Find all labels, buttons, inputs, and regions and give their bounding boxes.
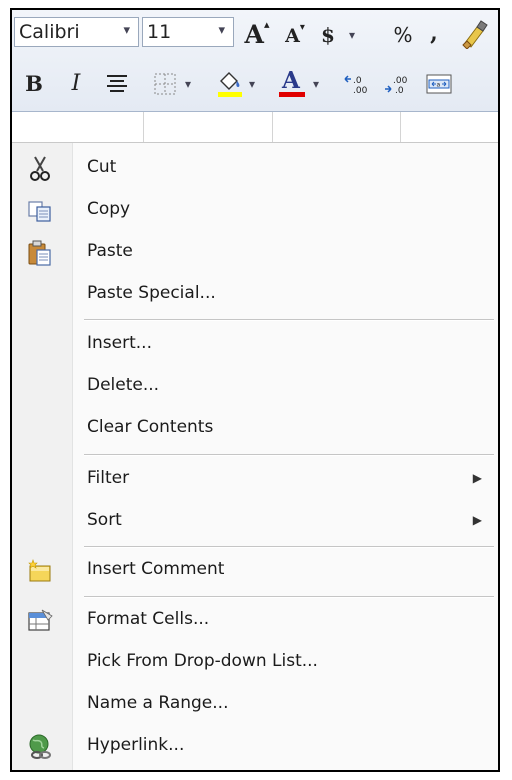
percent-button[interactable]: % — [390, 20, 416, 50]
menu-item-sort[interactable]: Sort ▶ — [12, 502, 498, 542]
borders-icon — [154, 73, 176, 95]
insert-comment-icon — [28, 559, 51, 582]
menu-item-label: Pick From Drop-down List... — [87, 651, 318, 671]
menu-item-insert[interactable]: Insert... — [12, 325, 498, 365]
merge-center-icon: a — [426, 74, 452, 94]
italic-button[interactable]: I — [64, 68, 88, 98]
grow-font-label: A — [244, 19, 264, 49]
bold-label: B — [25, 70, 43, 96]
menu-item-label: Copy — [87, 199, 131, 219]
menu-item-label: Paste — [87, 241, 133, 261]
menu-separator — [84, 454, 494, 456]
shrink-font-button[interactable]: A ▾ — [280, 22, 310, 50]
chevron-down-icon: ▾ — [312, 77, 320, 91]
center-align-button[interactable] — [104, 72, 130, 96]
percent-label: % — [393, 23, 413, 47]
format-painter-button[interactable] — [456, 18, 490, 50]
comma-label: , — [430, 20, 438, 46]
chevron-down-icon: ▾ — [248, 77, 256, 91]
menu-item-cut[interactable]: Cut — [12, 149, 498, 189]
bold-button[interactable]: B — [22, 68, 46, 98]
center-align-icon — [107, 75, 127, 92]
submenu-arrow-icon: ▶ — [472, 471, 482, 485]
caret-down-icon: ▾ — [299, 21, 305, 33]
currency-button[interactable]: $ ▾ — [316, 20, 360, 50]
chevron-down-icon: ▾ — [348, 28, 355, 42]
svg-text:a: a — [437, 82, 441, 89]
format-cells-icon — [28, 609, 53, 631]
format-painter-icon — [462, 20, 488, 49]
copy-icon — [28, 201, 51, 222]
menu-item-paste-special[interactable]: Paste Special... — [12, 275, 498, 315]
menu-item-label: Cut — [87, 157, 117, 177]
svg-text:.00: .00 — [393, 76, 408, 86]
menu-item-hyperlink[interactable]: Hyperlink... — [12, 727, 498, 767]
font-name-value: Calibri — [19, 21, 80, 43]
increase-decimal-button[interactable]: .0 .00 — [342, 72, 376, 96]
menu-item-label: Sort — [87, 510, 122, 530]
chevron-down-icon: ▾ — [218, 23, 225, 38]
comma-style-button[interactable]: , — [425, 18, 443, 48]
menu-item-delete[interactable]: Delete... — [12, 367, 498, 407]
paste-icon — [28, 240, 51, 266]
fill-color-button[interactable]: ▾ — [208, 68, 262, 100]
merge-center-button[interactable]: a — [424, 72, 454, 96]
menu-item-label: Filter — [87, 468, 130, 488]
menu-item-label: Insert... — [87, 333, 152, 353]
menu-item-label: Insert Comment — [87, 559, 225, 579]
mini-toolbar: Calibri ▾ 11 ▾ A ▴ A ▾ $ ▾ % , B I ▾ ▾ A… — [12, 10, 498, 112]
decrease-decimal-button[interactable]: .00 .0 — [382, 72, 416, 96]
shrink-font-label: A — [285, 25, 300, 47]
font-size-value: 11 — [147, 21, 172, 43]
fill-color-icon — [217, 72, 242, 97]
menu-item-label: Format Cells... — [87, 609, 210, 629]
context-menu: Cut Copy Paste Paste Special... Insert..… — [12, 143, 498, 770]
menu-item-label: Clear Contents — [87, 417, 214, 437]
menu-item-format-cells[interactable]: Format Cells... — [12, 601, 498, 641]
decrease-decimal-icon: .00 .0 — [385, 76, 408, 95]
menu-item-label: Delete... — [87, 375, 160, 395]
chevron-down-icon: ▾ — [184, 77, 192, 91]
increase-decimal-icon: .0 .00 — [344, 75, 368, 95]
italic-label: I — [71, 70, 81, 96]
font-color-button[interactable]: A ▾ — [270, 67, 326, 100]
menu-separator — [84, 546, 494, 548]
svg-text:.00: .00 — [353, 86, 368, 95]
menu-separator — [84, 319, 494, 321]
font-color-icon: A — [277, 67, 307, 99]
svg-text:.0: .0 — [395, 86, 404, 95]
hyperlink-icon — [29, 734, 51, 759]
caret-up-icon: ▴ — [263, 17, 270, 31]
menu-item-insert-comment[interactable]: Insert Comment — [12, 551, 498, 591]
font-name-combobox[interactable]: Calibri ▾ — [14, 17, 139, 47]
gridline — [143, 112, 144, 142]
menu-item-copy[interactable]: Copy — [12, 191, 498, 231]
menu-item-name-a-range[interactable]: Name a Range... — [12, 685, 498, 725]
font-size-combobox[interactable]: 11 ▾ — [142, 17, 234, 47]
menu-item-label: Hyperlink... — [87, 735, 185, 755]
gridline — [400, 112, 401, 142]
menu-item-filter[interactable]: Filter ▶ — [12, 460, 498, 500]
menu-item-label: Paste Special... — [87, 283, 216, 303]
currency-label: $ — [321, 23, 335, 47]
worksheet-cell-strip — [12, 112, 498, 143]
gridline — [272, 112, 273, 142]
menu-item-pick-from-drop-down-list[interactable]: Pick From Drop-down List... — [12, 643, 498, 683]
scissors-icon — [30, 156, 50, 181]
grow-font-button[interactable]: A ▴ — [240, 17, 274, 49]
excel-context-menu-frame: Calibri ▾ 11 ▾ A ▴ A ▾ $ ▾ % , B I ▾ ▾ A… — [10, 8, 500, 772]
submenu-arrow-icon: ▶ — [472, 513, 482, 527]
chevron-down-icon: ▾ — [123, 23, 130, 38]
menu-item-paste[interactable]: Paste — [12, 233, 498, 273]
svg-text:.0: .0 — [353, 76, 362, 86]
menu-item-label: Name a Range... — [87, 693, 229, 713]
borders-button[interactable]: ▾ — [146, 72, 198, 96]
menu-separator — [84, 596, 494, 598]
menu-item-clear-contents[interactable]: Clear Contents — [12, 409, 498, 449]
